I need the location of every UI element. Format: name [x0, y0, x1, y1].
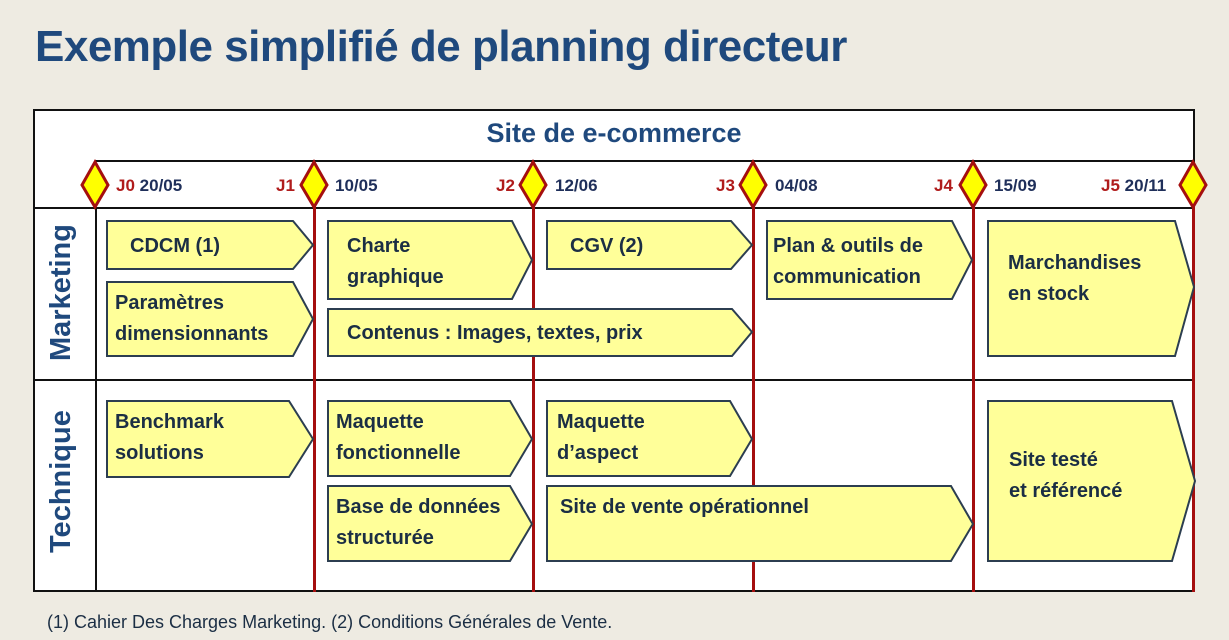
- milestone-diamond-j3[interactable]: [738, 158, 768, 210]
- milestone-date: 12/06: [555, 176, 598, 195]
- task-label-cdcm: CDCM (1): [130, 235, 220, 257]
- task-label-maquette-fonctionnelle-1: Maquette: [336, 411, 424, 433]
- milestone-id: J2: [496, 176, 515, 195]
- milestone-date-j4: 15/09: [994, 176, 1037, 196]
- task-label-base-donnees-2: structurée: [336, 527, 434, 549]
- milestone-diamond-j1[interactable]: [299, 158, 329, 210]
- milestone-diamond-j0[interactable]: [80, 158, 110, 210]
- milestone-label-j5: J5 20/11: [1101, 176, 1166, 196]
- task-label-benchmark-2: solutions: [115, 442, 204, 464]
- task-label-marchandises-1: Marchandises: [1008, 252, 1142, 274]
- task-label-maquette-aspect-2: d’aspect: [557, 442, 639, 464]
- milestone-id: J4: [934, 176, 953, 195]
- milestone-diamond-j4[interactable]: [958, 158, 988, 210]
- task-label-marchandises-2: en stock: [1008, 283, 1090, 305]
- task-label-cgv: CGV (2): [570, 235, 644, 257]
- task-label-plan-2: communication: [773, 266, 921, 288]
- milestone-id: J0: [116, 176, 135, 195]
- task-label-site-teste-2: et référencé: [1009, 480, 1123, 502]
- milestone-id: J5: [1101, 176, 1120, 195]
- milestone-diamond-j2[interactable]: [518, 158, 548, 210]
- milestone-date: 10/05: [335, 176, 378, 195]
- task-label-site-vente: Site de vente opérationnel: [560, 496, 809, 518]
- task-label-plan-1: Plan & outils de: [773, 235, 924, 257]
- milestone-label-j2: J2: [496, 176, 515, 196]
- milestone-label-j0: J0 20/05: [116, 176, 182, 196]
- task-label-parametres-1: Paramètres: [115, 292, 224, 314]
- task-label-benchmark-1: Benchmark: [115, 411, 224, 433]
- task-label-base-donnees-1: Base de données: [336, 496, 501, 518]
- milestone-diamond-j5[interactable]: [1178, 158, 1208, 210]
- task-label-contenus: Contenus : Images, textes, prix: [347, 322, 643, 344]
- milestone-label-j1: J1: [276, 176, 295, 196]
- milestone-date: 20/05: [139, 176, 183, 195]
- task-label-maquette-fonctionnelle-2: fonctionnelle: [336, 442, 461, 464]
- milestone-date: 15/09: [994, 176, 1037, 195]
- footnote: (1) Cahier Des Charges Marketing. (2) Co…: [47, 612, 613, 632]
- milestone-label-j3: J3: [716, 176, 735, 196]
- milestone-label-j4: J4: [934, 176, 953, 196]
- milestone-date: 20/11: [1124, 176, 1167, 195]
- milestone-id: J3: [716, 176, 735, 195]
- milestone-date: 04/08: [775, 176, 818, 195]
- milestone-date-j1: 10/05: [335, 176, 378, 196]
- task-label-site-teste-1: Site testé: [1009, 449, 1098, 471]
- milestone-id: J1: [276, 176, 295, 195]
- task-label-maquette-aspect-1: Maquette: [557, 411, 645, 433]
- task-label-parametres-2: dimensionnants: [115, 323, 269, 345]
- milestone-date-j3: 04/08: [775, 176, 818, 196]
- milestone-date-j2: 12/06: [555, 176, 598, 196]
- task-label-charte-2: graphique: [347, 266, 444, 288]
- task-label-charte-1: Charte: [347, 235, 411, 257]
